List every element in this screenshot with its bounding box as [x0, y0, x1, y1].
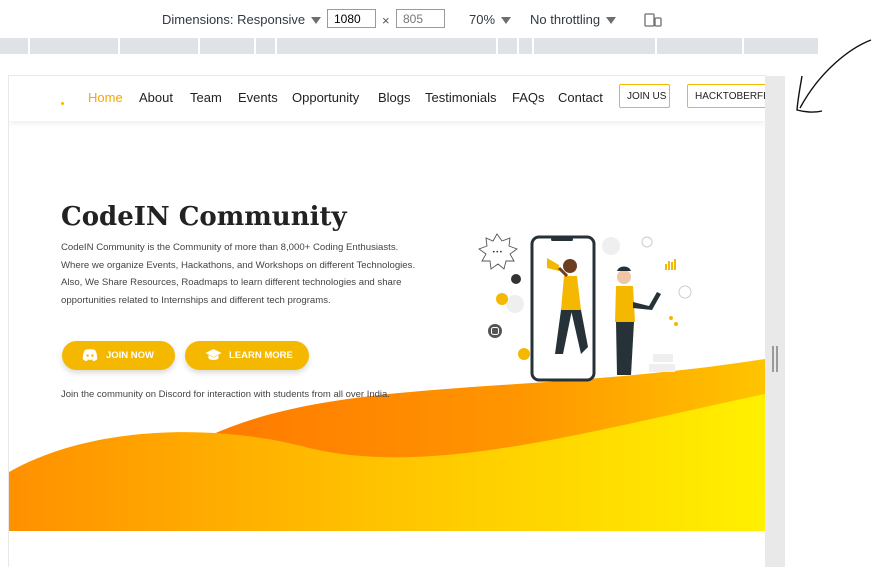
nav-contact[interactable]: Contact: [558, 90, 603, 105]
nav-testimonials[interactable]: Testimonials: [425, 90, 497, 105]
discord-note: Join the community on Discord for intera…: [61, 389, 390, 400]
nav-opportunity[interactable]: Opportunity: [292, 90, 359, 105]
hero-illustration: •••: [478, 233, 692, 382]
logo[interactable]: [61, 102, 64, 105]
height-input[interactable]: 805: [396, 9, 445, 28]
throttling-dropdown[interactable]: No throttling: [530, 12, 617, 27]
times-sign: ×: [382, 13, 390, 28]
resize-grip-icon[interactable]: [772, 346, 778, 372]
nav-events[interactable]: Events: [238, 90, 278, 105]
discord-icon: [82, 349, 98, 361]
join-now-button[interactable]: JOIN NOW: [62, 341, 175, 370]
page-viewport: Home About Team Events Opportunity Blogs…: [9, 76, 765, 567]
media-query-bar[interactable]: [0, 38, 818, 54]
join-us-button[interactable]: JOIN US: [619, 84, 670, 108]
throttling-label: No throttling: [530, 12, 601, 27]
svg-text:•••: •••: [492, 249, 503, 256]
learn-more-button[interactable]: LEARN MORE: [185, 341, 309, 370]
zoom-dropdown[interactable]: 70%: [469, 12, 512, 27]
width-input[interactable]: 1080: [327, 9, 376, 28]
learn-more-label: LEARN MORE: [229, 350, 293, 361]
zoom-label: 70%: [469, 12, 496, 27]
graduation-cap-icon: [205, 349, 222, 360]
nav-home[interactable]: Home: [88, 90, 123, 105]
devtools-toolbar: Dimensions: Responsive 1080 × 805 70% No…: [0, 0, 818, 38]
dimensions-label: Dimensions: Responsive: [162, 12, 306, 27]
chevron-down-icon: [501, 17, 512, 25]
chevron-down-icon: [606, 17, 617, 25]
hero-title: CodeIN Community: [61, 202, 347, 232]
chevron-down-icon: [311, 17, 322, 25]
join-now-label: JOIN NOW: [106, 350, 155, 361]
device-toggle-icon[interactable]: [644, 12, 662, 31]
arrow-annotation-icon: [796, 39, 872, 113]
nav-team[interactable]: Team: [190, 90, 222, 105]
dimensions-dropdown[interactable]: Dimensions: Responsive: [162, 12, 322, 27]
nav-faqs[interactable]: FAQs: [512, 90, 545, 105]
nav-blogs[interactable]: Blogs: [378, 90, 411, 105]
hacktoberfest-button[interactable]: HACKTOBERFEST: [687, 84, 765, 108]
viewport-resize-track[interactable]: [765, 76, 785, 567]
navbar: Home About Team Events Opportunity Blogs…: [9, 76, 765, 121]
nav-about[interactable]: About: [139, 90, 173, 105]
hero-description: CodeIN Community is the Community of mor…: [61, 242, 416, 306]
